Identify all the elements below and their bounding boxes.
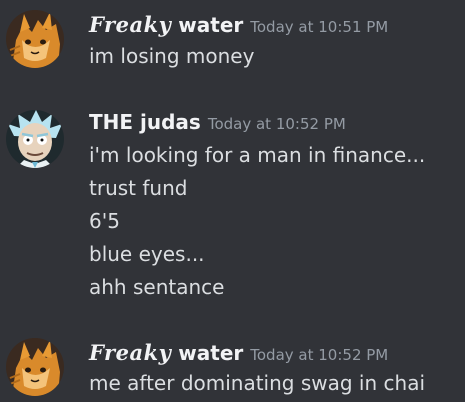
message-text: 6'5 xyxy=(89,209,120,233)
orange-cat-character-avatar-icon[interactable] xyxy=(6,10,64,68)
message-text: i'm looking for a man in finance... xyxy=(89,143,426,167)
timestamp[interactable]: Today at 10:51 PM xyxy=(250,18,388,36)
message-text: me after dominating swag in chai xyxy=(89,371,426,395)
chat-message: THE judas Today at 10:52 PM i'm looking f… xyxy=(0,100,465,310)
chat-message: Freaky water Today at 10:52 PM me after d… xyxy=(0,328,465,402)
message-text: im losing money xyxy=(89,44,255,68)
orange-cat-character-avatar-icon[interactable] xyxy=(6,338,64,396)
message-header: Freaky water Today at 10:51 PM xyxy=(89,12,388,37)
username[interactable]: THE judas xyxy=(89,110,201,134)
chat-message-list: Freaky water Today at 10:51 PM im losing … xyxy=(0,0,465,402)
message-text: trust fund xyxy=(89,176,188,200)
timestamp[interactable]: Today at 10:52 PM xyxy=(250,346,388,364)
message-header: THE judas Today at 10:52 PM xyxy=(89,110,346,134)
message-text: blue eyes... xyxy=(89,242,205,266)
message-header: Freaky water Today at 10:52 PM xyxy=(89,340,388,365)
chat-message: Freaky water Today at 10:51 PM im losing … xyxy=(0,0,465,90)
username[interactable]: Freaky water xyxy=(89,12,243,37)
message-text: ahh sentance xyxy=(89,275,225,299)
timestamp[interactable]: Today at 10:52 PM xyxy=(208,115,346,133)
username[interactable]: Freaky water xyxy=(89,340,243,365)
rick-sanchez-avatar-icon[interactable] xyxy=(6,110,64,168)
